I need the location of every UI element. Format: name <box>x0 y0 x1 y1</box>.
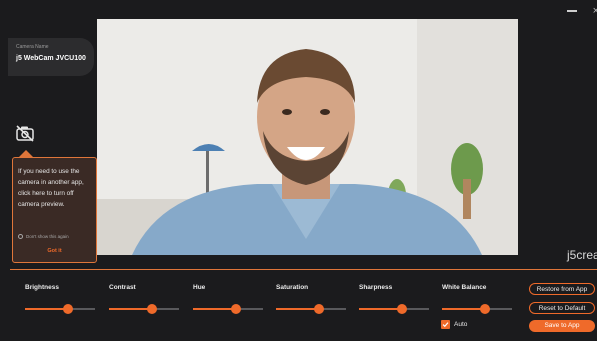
sharpness-label: Sharpness <box>359 284 393 291</box>
brightness-slider[interactable]: Brightness <box>25 284 101 314</box>
contrast-slider[interactable]: Contrast <box>109 284 185 314</box>
sharpness-slider[interactable]: Sharpness <box>359 284 435 314</box>
saturation-fill <box>276 308 319 310</box>
hue-slider[interactable]: Hue <box>193 284 269 314</box>
controls-divider <box>10 269 597 270</box>
hue-fill <box>193 308 236 310</box>
auto-label: Auto <box>454 321 468 328</box>
contrast-knob[interactable] <box>147 304 157 314</box>
brand-logo: j5create <box>567 248 597 262</box>
auto-white-balance-option[interactable]: Auto <box>441 320 467 329</box>
dont-show-again-radio[interactable] <box>18 234 23 239</box>
saturation-knob[interactable] <box>314 304 324 314</box>
white-balance-slider[interactable]: White Balance <box>442 284 518 314</box>
close-button[interactable]: × <box>593 4 597 18</box>
camera-off-icon <box>16 125 34 142</box>
save-to-app-button[interactable]: Save to App <box>529 320 595 332</box>
tooltip-pointer <box>19 150 33 157</box>
dont-show-again-option[interactable]: Don't show this again <box>18 234 69 239</box>
white-balance-knob[interactable] <box>480 304 490 314</box>
preview-image <box>97 19 518 255</box>
auto-checkbox[interactable] <box>441 320 450 329</box>
camera-preview-toggle-button[interactable] <box>10 120 40 146</box>
camera-preview <box>97 19 518 255</box>
minimize-button[interactable] <box>567 10 577 12</box>
dont-show-again-label: Don't show this again <box>26 234 69 239</box>
camera-off-tooltip: If you need to use the camera in another… <box>12 157 97 263</box>
saturation-label: Saturation <box>276 284 309 291</box>
camera-name-card[interactable]: Camera Name j5 WebCam JVCU100 <box>8 38 94 76</box>
hue-knob[interactable] <box>231 304 241 314</box>
tooltip-message: If you need to use the camera in another… <box>18 168 84 208</box>
camera-name: j5 WebCam JVCU100 <box>16 55 86 62</box>
checkmark-icon <box>442 322 449 328</box>
brightness-knob[interactable] <box>63 304 73 314</box>
restore-from-app-button[interactable]: Restore from App <box>529 283 595 295</box>
camera-name-caption: Camera Name <box>16 44 49 50</box>
sharpness-knob[interactable] <box>397 304 407 314</box>
window-controls: × <box>557 4 597 18</box>
got-it-button[interactable]: Got it <box>13 248 96 254</box>
reset-to-default-button[interactable]: Reset to Default <box>529 302 595 314</box>
contrast-fill <box>109 308 152 310</box>
contrast-label: Contrast <box>109 284 136 291</box>
hue-label: Hue <box>193 284 206 291</box>
sharpness-fill <box>359 308 402 310</box>
white-balance-fill <box>442 308 485 310</box>
white-balance-label: White Balance <box>442 284 487 291</box>
brightness-fill <box>25 308 68 310</box>
brightness-label: Brightness <box>25 284 59 291</box>
saturation-slider[interactable]: Saturation <box>276 284 352 314</box>
